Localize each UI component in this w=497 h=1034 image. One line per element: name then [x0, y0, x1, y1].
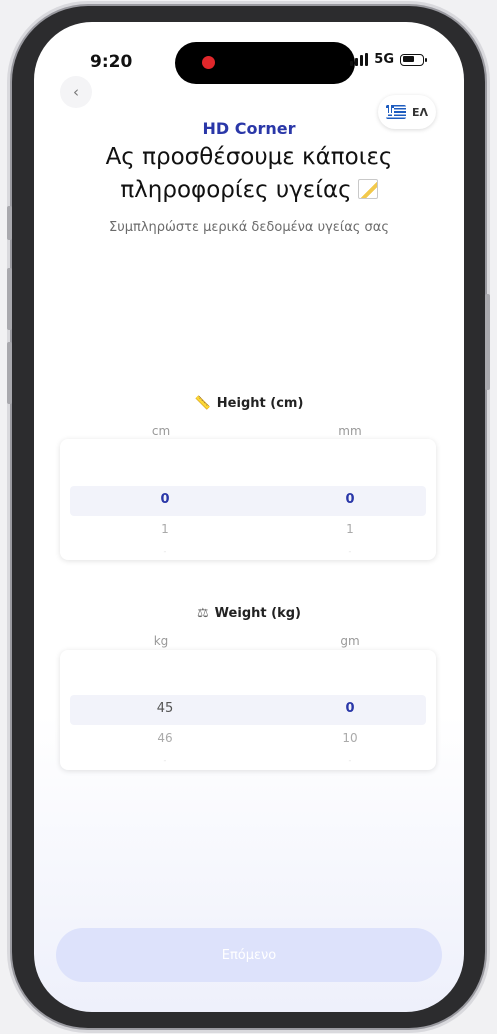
status-indicators: 5G [350, 52, 427, 67]
weight-col-gm-head: gm [340, 634, 360, 648]
language-label: ΕΛ [411, 105, 429, 119]
height-cm-selected[interactable]: 0 [105, 492, 225, 507]
scale-icon: ⚖ [197, 606, 209, 621]
dynamic-island [175, 42, 355, 84]
weight-kg-selected[interactable]: 45 [105, 701, 225, 716]
page-subtitle: Συμπληρώστε μερικά δεδομένα υγείας σας [108, 220, 389, 235]
weight-gm-next[interactable]: 10 [290, 731, 410, 745]
network-label: 5G [374, 52, 394, 67]
height-mm-selected[interactable]: 0 [290, 492, 410, 507]
height-label: 📏 Height (cm) [194, 396, 304, 411]
page-title: Ας προσθέσουμε κάποιες πληροφορίες υγεία… [34, 141, 464, 207]
weight-picker[interactable]: 45 0 46 10 - - [60, 650, 436, 770]
height-cm-faded: - [163, 547, 167, 556]
height-col-cm-head: cm [151, 424, 171, 438]
height-picker[interactable]: 0 0 1 1 - - [60, 439, 436, 560]
next-button[interactable]: Επόμενο [56, 928, 442, 982]
weight-gm-faded: - [348, 756, 352, 765]
brand-name: HD Corner [202, 119, 296, 138]
height-col-mm-head: mm [338, 424, 362, 438]
greece-flag-icon [385, 105, 406, 119]
volume-down-button [7, 342, 12, 404]
weight-col-kg-head: kg [153, 634, 169, 648]
title-line-1: Ας προσθέσουμε κάποιες [105, 144, 393, 170]
recording-indicator [202, 56, 215, 69]
title-line-2: πληροφορίες υγείας [34, 174, 464, 207]
height-mm-faded: - [348, 547, 352, 556]
phone-frame: 9:20 5G ‹ ΕΛ HD Corner Ας προσθέσουμε κά… [7, 6, 490, 1028]
app-screen: 9:20 5G ‹ ΕΛ HD Corner Ας προσθέσουμε κά… [34, 22, 464, 1012]
back-button[interactable]: ‹ [60, 76, 92, 108]
action-button [7, 206, 12, 240]
height-mm-next[interactable]: 1 [290, 522, 410, 536]
height-cm-next[interactable]: 1 [105, 522, 225, 536]
memo-icon [357, 179, 378, 199]
power-button [485, 294, 490, 390]
weight-kg-faded: - [163, 756, 167, 765]
weight-gm-selected[interactable]: 0 [290, 701, 410, 716]
status-time: 9:20 [90, 52, 133, 72]
chevron-left-icon: ‹ [73, 83, 79, 101]
signal-icon [350, 53, 369, 66]
ruler-icon: 📏 [194, 396, 211, 411]
volume-up-button [7, 268, 12, 330]
battery-icon [400, 53, 427, 66]
weight-kg-next[interactable]: 46 [105, 731, 225, 745]
weight-label: ⚖ Weight (kg) [197, 606, 301, 621]
